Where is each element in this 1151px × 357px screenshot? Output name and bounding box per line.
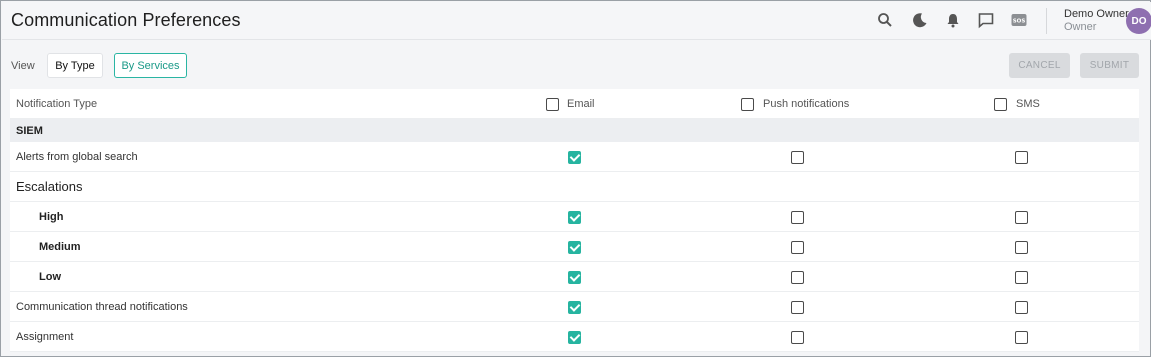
sms-select-all-checkbox[interactable] bbox=[994, 97, 1007, 111]
header-push: Push notifications bbox=[763, 97, 850, 110]
app-window: Communication Preferences SOS Demo Owner… bbox=[0, 0, 1151, 357]
table-row: Escalations bbox=[10, 172, 1139, 202]
table-header-row: Notification Type Email Push notificatio… bbox=[10, 89, 1139, 119]
section-row-siem: SIEM bbox=[10, 119, 1139, 142]
top-bar: Communication Preferences SOS Demo Owner… bbox=[2, 2, 1151, 40]
user-role: Owner bbox=[1064, 21, 1097, 33]
row-label: Communication thread notifications bbox=[16, 300, 188, 313]
sms-checkbox[interactable] bbox=[1015, 300, 1028, 314]
search-icon[interactable] bbox=[876, 11, 894, 29]
push-checkbox[interactable] bbox=[791, 150, 804, 164]
cancel-button[interactable]: CANCEL bbox=[1009, 53, 1070, 78]
header-notification-type: Notification Type bbox=[16, 97, 98, 110]
row-label: High bbox=[39, 210, 64, 223]
table-row: Medium bbox=[10, 232, 1139, 262]
sms-checkbox[interactable] bbox=[1015, 330, 1028, 344]
header-sms: SMS bbox=[1016, 97, 1040, 110]
push-checkbox[interactable] bbox=[791, 240, 804, 254]
row-label: Medium bbox=[39, 240, 81, 253]
sos-icon[interactable]: SOS bbox=[1010, 11, 1028, 29]
view-label: View bbox=[11, 60, 35, 72]
table-row: Communication thread notifications bbox=[10, 292, 1139, 322]
table-row: Alerts from global search bbox=[10, 142, 1139, 172]
avatar[interactable]: DO bbox=[1126, 8, 1151, 34]
email-checkbox[interactable] bbox=[568, 210, 581, 224]
sms-checkbox[interactable] bbox=[1015, 270, 1028, 284]
chat-icon[interactable] bbox=[977, 11, 995, 29]
push-select-all-checkbox[interactable] bbox=[741, 97, 754, 111]
email-select-all-checkbox[interactable] bbox=[546, 97, 559, 111]
user-name: Demo Owner bbox=[1064, 8, 1129, 20]
row-label: Escalations bbox=[16, 179, 83, 194]
preferences-table: Notification Type Email Push notificatio… bbox=[10, 89, 1139, 352]
email-checkbox[interactable] bbox=[568, 300, 581, 314]
email-checkbox[interactable] bbox=[568, 270, 581, 284]
submit-button[interactable]: SUBMIT bbox=[1080, 53, 1139, 78]
by-type-button[interactable]: By Type bbox=[47, 53, 103, 78]
header-divider bbox=[1046, 8, 1047, 34]
section-label: SIEM bbox=[16, 124, 43, 137]
header-email: Email bbox=[567, 97, 595, 110]
table-row: Low bbox=[10, 262, 1139, 292]
sms-checkbox[interactable] bbox=[1015, 150, 1028, 164]
email-checkbox[interactable] bbox=[568, 150, 581, 164]
table-body: Alerts from global search Escalations High… bbox=[10, 142, 1139, 352]
bell-icon[interactable] bbox=[944, 11, 962, 29]
email-checkbox[interactable] bbox=[568, 330, 581, 344]
push-checkbox[interactable] bbox=[791, 330, 804, 344]
push-checkbox[interactable] bbox=[791, 270, 804, 284]
email-checkbox[interactable] bbox=[568, 240, 581, 254]
moon-icon[interactable] bbox=[911, 11, 929, 29]
row-label: Assignment bbox=[16, 330, 74, 343]
sms-checkbox[interactable] bbox=[1015, 210, 1028, 224]
push-checkbox[interactable] bbox=[791, 300, 804, 314]
row-label: Low bbox=[39, 270, 61, 283]
table-row: High bbox=[10, 202, 1139, 232]
by-services-button[interactable]: By Services bbox=[114, 53, 187, 78]
page-title: Communication Preferences bbox=[11, 10, 241, 30]
sms-checkbox[interactable] bbox=[1015, 240, 1028, 254]
table-row: Assignment bbox=[10, 322, 1139, 352]
push-checkbox[interactable] bbox=[791, 210, 804, 224]
row-label: Alerts from global search bbox=[16, 150, 138, 163]
sos-text: SOS bbox=[1013, 19, 1026, 25]
